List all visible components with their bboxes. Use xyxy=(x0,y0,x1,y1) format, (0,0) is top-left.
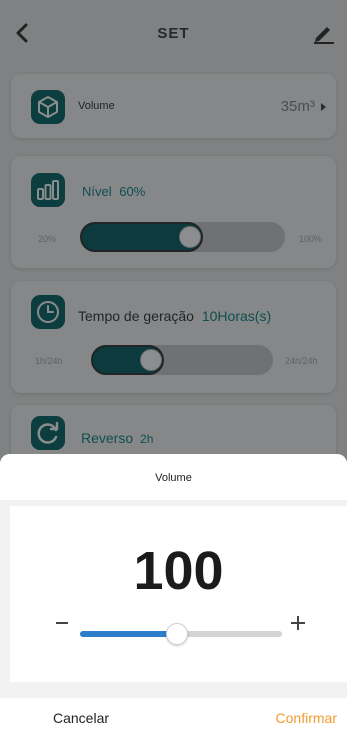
level-slider[interactable] xyxy=(80,222,285,252)
volume-slider-knob[interactable] xyxy=(165,623,188,645)
time-card: Tempo de geração 10Horas(s) 1h/24h 24h/2… xyxy=(11,281,336,393)
time-value: 10Horas(s) xyxy=(201,308,272,324)
level-slider-knob[interactable] xyxy=(179,226,201,248)
time-min-label: 1h/24h xyxy=(35,356,63,366)
time-label-text: Tempo de geração xyxy=(78,308,194,324)
header: SET xyxy=(0,0,347,66)
time-max-label: 24h/24h xyxy=(285,356,318,366)
confirm-button[interactable]: Confirmar xyxy=(276,710,337,726)
edit-icon[interactable] xyxy=(311,22,335,44)
plus-icon[interactable] xyxy=(291,616,305,630)
sheet-body: 100 xyxy=(10,506,347,682)
bar-chart-icon xyxy=(31,173,65,207)
volume-value: 35m³ xyxy=(281,98,328,115)
volume-big-value: 100 xyxy=(133,541,224,601)
cube-icon xyxy=(31,90,65,124)
chevron-right-icon xyxy=(321,103,326,112)
sheet-title: Volume xyxy=(155,472,192,484)
time-slider-knob[interactable] xyxy=(139,349,162,371)
minus-icon[interactable] xyxy=(56,622,68,624)
level-max-label: 100% xyxy=(299,234,323,244)
cancel-button[interactable]: Cancelar xyxy=(53,710,109,726)
volume-label: Volume xyxy=(78,100,115,112)
refresh-icon xyxy=(31,416,65,450)
level-min-label: 20% xyxy=(38,234,57,244)
sheet-actions: Cancelar Confirmar xyxy=(0,698,347,736)
volume-value-text: 35m³ xyxy=(280,98,315,115)
level-label-text: Nível xyxy=(82,184,112,199)
time-label: Tempo de geração 10Horas(s) xyxy=(78,308,271,324)
volume-slider[interactable] xyxy=(80,623,282,645)
reverse-label: Reverso 2h xyxy=(81,430,153,446)
volume-picker-sheet: Volume 100 Cancelar Confirmar xyxy=(0,454,347,736)
level-value: 60% xyxy=(119,184,146,199)
volume-slider-fill xyxy=(80,631,177,637)
time-slider[interactable] xyxy=(91,345,273,375)
clock-icon xyxy=(31,295,65,329)
level-card: Nível 60% 20% 100% xyxy=(11,156,336,268)
level-label: Nível 60% xyxy=(82,184,145,199)
page-title: SET xyxy=(157,25,190,42)
reverse-value: 2h xyxy=(140,432,154,446)
reverse-label-text: Reverso xyxy=(81,430,134,446)
sheet-header: Volume xyxy=(0,454,347,500)
volume-card[interactable]: Volume 35m³ xyxy=(11,74,336,138)
